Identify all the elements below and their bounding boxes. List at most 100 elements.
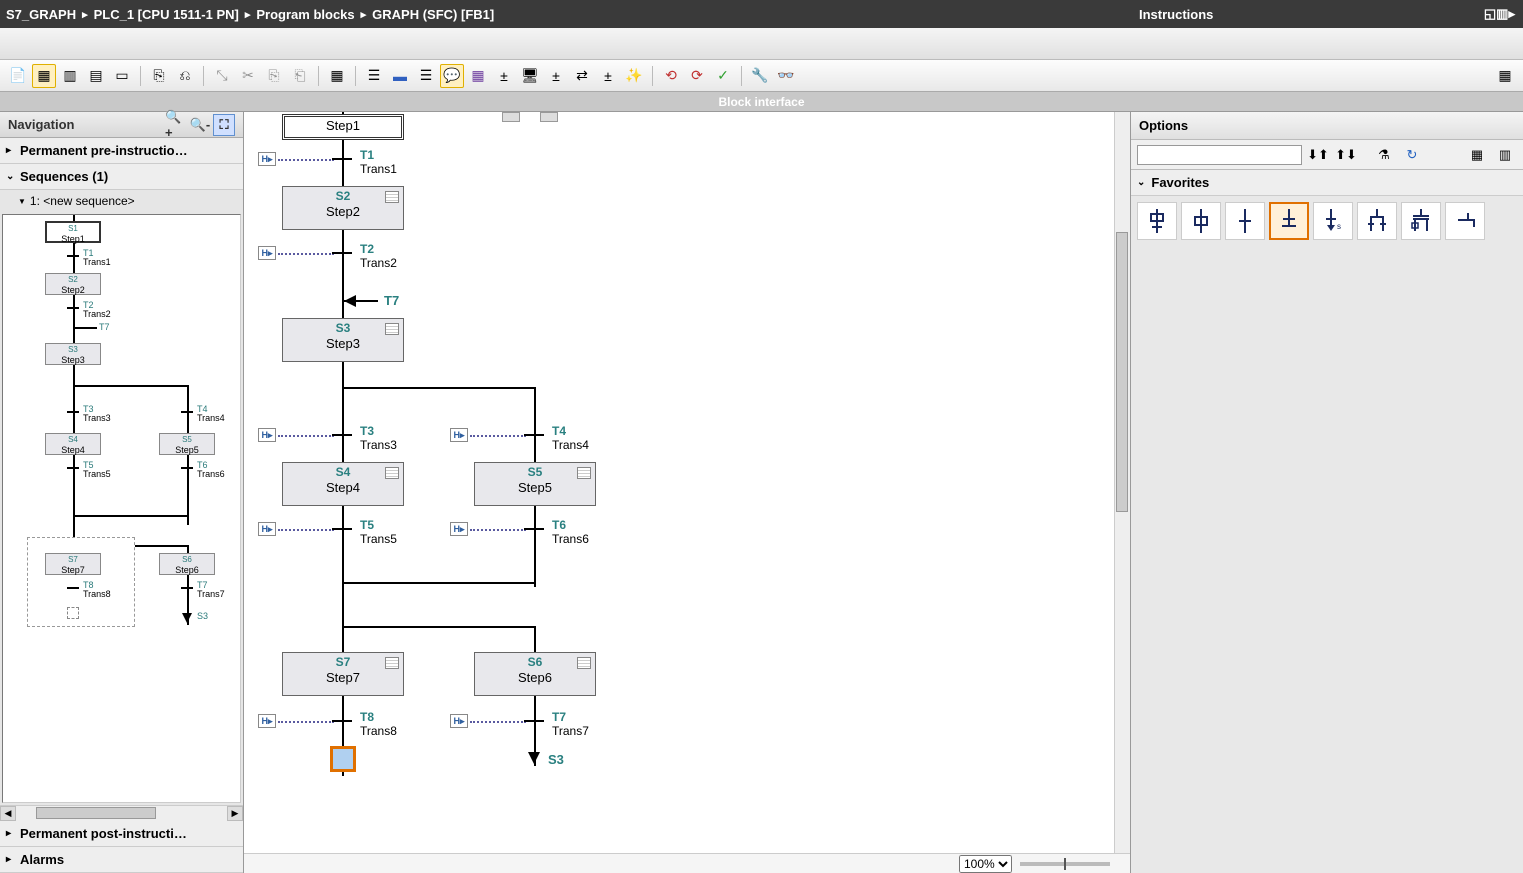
zoom-slider[interactable] [1020, 862, 1110, 866]
toolbar-button[interactable]: 👓 [774, 64, 798, 88]
actions-icon[interactable] [385, 191, 399, 203]
breadcrumb-part[interactable]: GRAPH (SFC) [FB1] [372, 7, 494, 22]
toolbar-button[interactable]: 🔧 [748, 64, 772, 88]
jump-target-label[interactable]: S3 [548, 752, 564, 767]
editor-step[interactable]: S3Step3 [282, 318, 404, 362]
editor-step[interactable]: S7Step7 [282, 652, 404, 696]
editor-transition[interactable]: T1Trans1 [360, 148, 397, 176]
toolbar-button[interactable]: ▥ [58, 64, 82, 88]
mini-step[interactable]: S7Step7 [45, 553, 101, 575]
mini-end-marker[interactable] [67, 607, 79, 619]
scroll-left-button[interactable]: ◀ [0, 806, 16, 821]
editor-transition[interactable]: T6Trans6 [552, 518, 589, 546]
toolbar-button[interactable]: ✂ [236, 64, 260, 88]
editor-step[interactable]: S4Step4 [282, 462, 404, 506]
search-down-button[interactable]: ⬇⬆ [1306, 144, 1330, 166]
scroll-right-button[interactable]: ▶ [227, 806, 243, 821]
toolbar-button[interactable]: ✨ [622, 64, 646, 88]
transition-handle-icon[interactable]: H▸ [258, 714, 276, 728]
transition-handle-icon[interactable]: H▸ [450, 522, 468, 536]
mini-step[interactable]: S5Step5 [159, 433, 215, 455]
zoom-select[interactable]: 100% [959, 855, 1012, 873]
favorite-transition[interactable] [1225, 202, 1265, 240]
toolbar-button[interactable]: ▭ [110, 64, 134, 88]
toolbar-button[interactable]: 🖥 [518, 64, 542, 88]
view-button[interactable]: ▥ [1493, 144, 1517, 166]
editor-step[interactable]: S5Step5 [474, 462, 596, 506]
transition-handle-icon[interactable]: H▸ [450, 714, 468, 728]
mini-step[interactable]: S2Step2 [45, 273, 101, 295]
split-handle[interactable] [540, 112, 558, 122]
editor-transition[interactable]: T7Trans7 [552, 710, 589, 738]
toolbar-button[interactable]: ▬ [388, 64, 412, 88]
toolbar-button[interactable]: ⎘ [262, 64, 286, 88]
actions-icon[interactable] [385, 657, 399, 669]
block-interface-bar[interactable]: Block interface [0, 92, 1523, 112]
refresh-button[interactable]: ↻ [1400, 144, 1424, 166]
toolbar-button[interactable]: ▦ [325, 64, 349, 88]
mini-step[interactable]: S6Step6 [159, 553, 215, 575]
toolbar-button[interactable]: ✓ [711, 64, 735, 88]
zoom-fit-button[interactable]: ⛶ [213, 114, 235, 136]
toolbar-button[interactable]: ▦ [1493, 64, 1517, 88]
editor-step[interactable]: S6Step6 [474, 652, 596, 696]
actions-icon[interactable] [385, 467, 399, 479]
filter-button[interactable]: ⚗ [1372, 144, 1396, 166]
toolbar-button[interactable]: ⎗ [288, 64, 312, 88]
toolbar-button[interactable]: ☰ [414, 64, 438, 88]
favorite-simultaneous-branch[interactable] [1401, 202, 1441, 240]
panel-expand-button[interactable]: ▸ [1508, 6, 1515, 22]
editor-transition[interactable]: T5Trans5 [360, 518, 397, 546]
split-handle[interactable] [502, 112, 520, 122]
mini-sequence-diagram[interactable]: S1Step1 T1Trans1 S2Step2 T2Trans2 T7 S3S… [2, 214, 241, 803]
toolbar-button[interactable]: 💬 [440, 64, 464, 88]
transition-handle-icon[interactable]: H▸ [258, 246, 276, 260]
zoom-in-button[interactable]: 🔍+ [165, 114, 187, 136]
nav-section-alarms[interactable]: ▸ Alarms [0, 847, 243, 873]
scrollbar-thumb[interactable] [36, 807, 156, 819]
toolbar-button[interactable]: ⤡ [210, 64, 234, 88]
search-up-button[interactable]: ⬆⬇ [1334, 144, 1358, 166]
mini-step[interactable]: S1Step1 [45, 221, 101, 243]
toolbar-button[interactable]: 📄 [6, 64, 30, 88]
scrollbar-thumb[interactable] [1116, 232, 1128, 512]
mini-transition[interactable]: T1Trans1 [83, 249, 111, 267]
actions-icon[interactable] [577, 657, 591, 669]
transition-handle-icon[interactable]: H▸ [450, 428, 468, 442]
mini-transition[interactable]: T5Trans5 [83, 461, 111, 479]
nav-sequence-item[interactable]: ▼ 1: <new sequence> [0, 190, 243, 212]
instructions-search-input[interactable] [1137, 145, 1302, 165]
mini-transition[interactable]: T6Trans6 [197, 461, 225, 479]
toolbar-button[interactable]: ⎌ [173, 64, 197, 88]
nav-section-post[interactable]: ▸ Permanent post-instructi… [0, 821, 243, 847]
toolbar-button[interactable]: ± [492, 64, 516, 88]
favorite-sequence-end[interactable] [1269, 202, 1309, 240]
favorite-close-branch[interactable] [1445, 202, 1485, 240]
transition-handle-icon[interactable]: H▸ [258, 522, 276, 536]
transition-handle-icon[interactable]: H▸ [258, 428, 276, 442]
breadcrumb-part[interactable]: PLC_1 [CPU 1511-1 PN] [94, 7, 239, 22]
favorite-jump[interactable]: s [1313, 202, 1353, 240]
zoom-out-button[interactable]: 🔍- [189, 114, 211, 136]
toolbar-button[interactable]: ☰ [362, 64, 386, 88]
editor-step-initial[interactable]: Step1 [282, 114, 404, 140]
mini-transition[interactable]: T3Trans3 [83, 405, 111, 423]
toolbar-button[interactable]: ▦ [466, 64, 490, 88]
panel-dock-button[interactable]: ◱ [1484, 6, 1496, 22]
editor-transition[interactable]: T3Trans3 [360, 424, 397, 452]
favorite-step[interactable] [1181, 202, 1221, 240]
nav-section-sequences[interactable]: ⌄ Sequences (1) [0, 164, 243, 190]
mini-horizontal-scrollbar[interactable]: ◀ ▶ [0, 805, 243, 821]
toolbar-button[interactable]: ± [544, 64, 568, 88]
toolbar-button[interactable]: ⟲ [659, 64, 683, 88]
actions-icon[interactable] [385, 323, 399, 335]
breadcrumb-part[interactable]: Program blocks [256, 7, 354, 22]
mini-transition[interactable]: T4Trans4 [197, 405, 225, 423]
mini-transition[interactable]: T2Trans2 [83, 301, 111, 319]
editor-transition[interactable]: T4Trans4 [552, 424, 589, 452]
mini-transition[interactable]: T7Trans7 [197, 581, 225, 599]
instructions-options-bar[interactable]: Options [1131, 112, 1523, 140]
toolbar-button[interactable]: ⇄ [570, 64, 594, 88]
breadcrumb-part[interactable]: S7_GRAPH [6, 7, 76, 22]
toolbar-button[interactable]: ▤ [84, 64, 108, 88]
